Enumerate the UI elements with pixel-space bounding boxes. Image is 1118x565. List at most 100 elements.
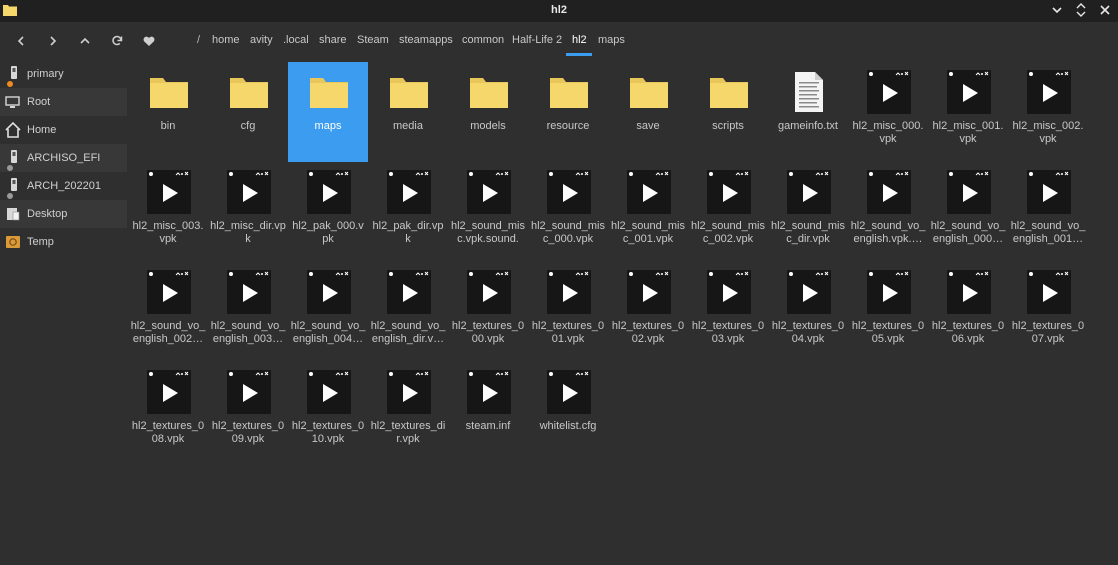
video-file-icon [387,170,431,214]
file-name-label: hl2_sound_vo_english_dir.v… [370,320,446,345]
folder-resource[interactable]: resource [528,62,608,162]
file-hl2-sound-misc-vpk-sound-c[interactable]: hl2_sound_misc.vpk.sound.c… [448,162,528,262]
file-hl2-textures-003-vpk[interactable]: hl2_textures_003.vpk [688,262,768,362]
file-hl2-misc-002-vpk[interactable]: hl2_misc_002.vpk [1008,62,1088,162]
file-name-label: hl2_textures_009.vpk [211,420,285,445]
back-icon[interactable] [13,33,29,49]
drive-icon [5,66,21,87]
bookmark-heart-icon[interactable] [141,33,157,49]
usb-drive-icon [5,178,21,199]
file-gameinfo-txt[interactable]: gameinfo.txt [768,62,848,162]
file-hl2-sound-misc-002-vpk[interactable]: hl2_sound_misc_002.vpk [688,162,768,262]
file-name-label: hl2_sound_misc_000.vpk [531,220,605,245]
file-hl2-pak-000-vpk[interactable]: hl2_pak_000.vpk [288,162,368,262]
video-file-icon [867,170,911,214]
folder-save[interactable]: save [608,62,688,162]
file-hl2-sound-vo-english-002[interactable]: hl2_sound_vo_english_002… [128,262,208,362]
file-name-label: hl2_sound_misc_002.vpk [691,220,765,245]
file-hl2-misc-000-vpk[interactable]: hl2_misc_000.vpk [848,62,928,162]
breadcrumb-home[interactable]: home [212,34,240,46]
file-name-label: hl2_sound_vo_english_004… [290,320,366,345]
sidebar-item-root[interactable]: Root [0,88,127,116]
sidebar-item-home[interactable]: Home [0,116,127,144]
folder-maps[interactable]: maps [288,62,368,162]
folder-bin[interactable]: bin [128,62,208,162]
file-hl2-textures-000-vpk[interactable]: hl2_textures_000.vpk [448,262,528,362]
file-name-label: whitelist.cfg [539,420,597,432]
home-icon [5,122,21,138]
sidebar-item-label: ARCH_202201 [27,180,101,192]
file-name-label: hl2_misc_003.vpk [132,220,204,245]
file-hl2-textures-007-vpk[interactable]: hl2_textures_007.vpk [1008,262,1088,362]
refresh-icon[interactable] [109,33,125,49]
video-file-icon [707,270,751,314]
minimize-icon[interactable] [1050,3,1064,17]
video-file-icon [1027,70,1071,114]
sidebar-item-arch-202201[interactable]: ARCH_202201 [0,172,127,200]
file-hl2-textures-004-vpk[interactable]: hl2_textures_004.vpk [768,262,848,362]
file-hl2-misc-dir-vpk[interactable]: hl2_misc_dir.vpk [208,162,288,262]
breadcrumb-root-separator: / [197,34,201,46]
file-name-label: hl2_sound_misc_dir.vpk [771,220,845,245]
file-hl2-textures-005-vpk[interactable]: hl2_textures_005.vpk [848,262,928,362]
file-hl2-sound-misc-000-vpk[interactable]: hl2_sound_misc_000.vpk [528,162,608,262]
sidebar: primary Root Home ARCHISO_EFI ARCH_20220… [0,60,127,256]
folder-media[interactable]: media [368,62,448,162]
video-file-icon [307,370,351,414]
file-hl2-pak-dir-vpk[interactable]: hl2_pak_dir.vpk [368,162,448,262]
file-hl2-textures-002-vpk[interactable]: hl2_textures_002.vpk [608,262,688,362]
video-file-icon [307,170,351,214]
file-name-label: resource [546,120,590,132]
breadcrumb-local[interactable]: .local [283,34,309,46]
video-file-icon [947,70,991,114]
file-hl2-textures-009-vpk[interactable]: hl2_textures_009.vpk [208,362,288,462]
file-whitelist-cfg[interactable]: whitelist.cfg [528,362,608,462]
up-icon[interactable] [77,33,93,49]
breadcrumb-maps[interactable]: maps [598,34,625,46]
sidebar-item-desktop[interactable]: Desktop [0,200,127,228]
file-grid: bin cfg maps media models resource save scripts… [127,60,1118,565]
sidebar-item-primary[interactable]: primary [0,60,127,88]
video-file-icon [1027,170,1071,214]
file-hl2-textures-dir-vpk[interactable]: hl2_textures_dir.vpk [368,362,448,462]
folder-icon [147,70,191,114]
file-hl2-sound-misc-001-vpk[interactable]: hl2_sound_misc_001.vpk [608,162,688,262]
file-hl2-sound-vo-english-004[interactable]: hl2_sound_vo_english_004… [288,262,368,362]
folder-models[interactable]: models [448,62,528,162]
breadcrumb-avity[interactable]: avity [250,34,273,46]
file-hl2-sound-misc-dir-vpk[interactable]: hl2_sound_misc_dir.vpk [768,162,848,262]
file-hl2-textures-001-vpk[interactable]: hl2_textures_001.vpk [528,262,608,362]
breadcrumb-half-life-2[interactable]: Half-Life 2 [512,34,562,46]
file-hl2-sound-vo-english-000[interactable]: hl2_sound_vo_english_000… [928,162,1008,262]
folder-cfg[interactable]: cfg [208,62,288,162]
file-hl2-sound-vo-english-001[interactable]: hl2_sound_vo_english_001… [1008,162,1088,262]
file-hl2-misc-003-vpk[interactable]: hl2_misc_003.vpk [128,162,208,262]
file-name-label: steam.inf [465,420,511,432]
breadcrumb-common[interactable]: common [462,34,504,46]
file-name-label: hl2_textures_006.vpk [931,320,1005,345]
folder-scripts[interactable]: scripts [688,62,768,162]
breadcrumb-share[interactable]: share [319,34,347,46]
file-hl2-textures-010-vpk[interactable]: hl2_textures_010.vpk [288,362,368,462]
file-hl2-textures-008-vpk[interactable]: hl2_textures_008.vpk [128,362,208,462]
file-hl2-sound-vo-english-vpk[interactable]: hl2_sound_vo_english.vpk.… [848,162,928,262]
maximize-icon[interactable] [1074,3,1088,17]
file-name-label: hl2_textures_007.vpk [1011,320,1085,345]
file-steam-inf[interactable]: steam.inf [448,362,528,462]
file-hl2-misc-001-vpk[interactable]: hl2_misc_001.vpk [928,62,1008,162]
video-file-icon [787,270,831,314]
video-file-icon [867,70,911,114]
video-file-icon [627,170,671,214]
video-file-icon [1027,270,1071,314]
sidebar-item-archiso-efi[interactable]: ARCHISO_EFI [0,144,127,172]
file-hl2-sound-vo-english-003[interactable]: hl2_sound_vo_english_003… [208,262,288,362]
file-hl2-textures-006-vpk[interactable]: hl2_textures_006.vpk [928,262,1008,362]
close-icon[interactable] [1098,3,1112,17]
breadcrumb-steamapps[interactable]: steamapps [399,34,453,46]
file-hl2-sound-vo-english-dir-v[interactable]: hl2_sound_vo_english_dir.v… [368,262,448,362]
video-file-icon [707,170,751,214]
breadcrumb-hl2[interactable]: hl2 [572,34,587,46]
sidebar-item-temp[interactable]: Temp [0,228,127,256]
breadcrumb-steam[interactable]: Steam [357,34,389,46]
forward-icon[interactable] [45,33,61,49]
